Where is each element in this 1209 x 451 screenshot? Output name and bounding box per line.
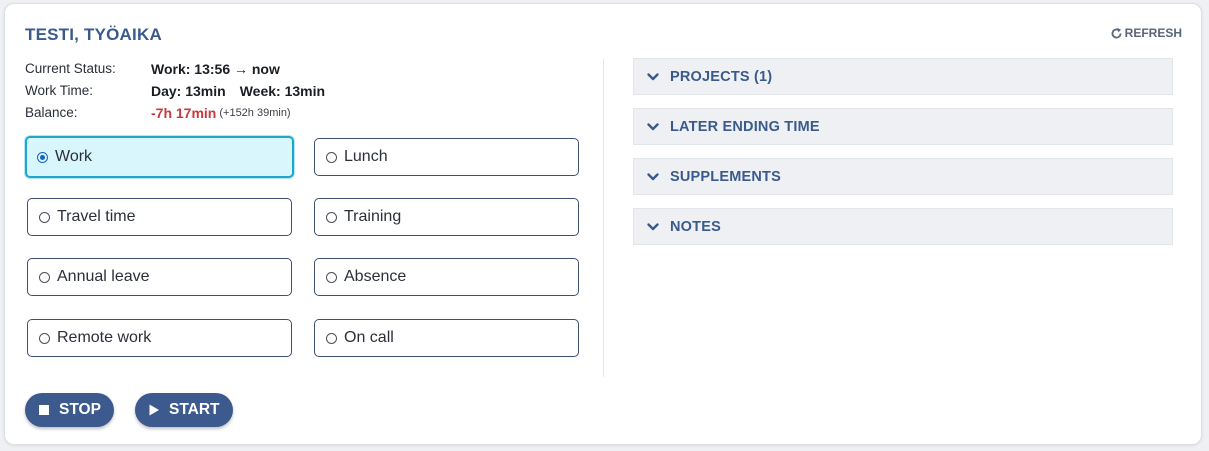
section-later-ending-time[interactable]: LATER ENDING TIME: [633, 108, 1173, 145]
stop-button[interactable]: STOP: [25, 393, 114, 427]
work-time-card: TESTI, TYÖAIKA REFRESH Current Status: W…: [4, 3, 1202, 445]
option-annual-leave[interactable]: Annual leave: [27, 258, 292, 296]
refresh-label: REFRESH: [1124, 26, 1182, 40]
section-label: NOTES: [670, 218, 721, 235]
section-label: SUPPLEMENTS: [670, 168, 781, 185]
radio-icon: [39, 332, 50, 344]
option-label: Work: [55, 148, 93, 165]
option-absence[interactable]: Absence: [314, 258, 579, 296]
option-remote-work[interactable]: Remote work: [27, 319, 292, 357]
radio-icon: [39, 271, 50, 283]
column-divider: [603, 59, 604, 377]
play-triangle-icon: [149, 404, 159, 416]
start-button[interactable]: START: [135, 393, 233, 427]
stop-square-icon: [39, 405, 49, 415]
current-status-label: Current Status:: [25, 61, 116, 76]
option-label: On call: [344, 329, 394, 346]
option-on-call[interactable]: On call: [314, 319, 579, 357]
option-travel-time[interactable]: Travel time: [27, 198, 292, 236]
day-value: Day: 13min: [151, 83, 226, 99]
current-status-value: Work: 13:56 → now: [151, 61, 280, 77]
chevron-down-icon: [647, 172, 659, 180]
start-label: START: [169, 401, 220, 418]
option-lunch[interactable]: Lunch: [314, 138, 579, 176]
balance-extra: (+152h 39min): [219, 107, 291, 119]
section-projects[interactable]: PROJECTS (1): [633, 58, 1173, 95]
balance-value: -7h 17min: [151, 105, 217, 121]
section-label: PROJECTS (1): [670, 68, 773, 85]
balance-row: Balance: -7h 17min (+152h 39min): [25, 102, 325, 124]
refresh-button[interactable]: REFRESH: [1110, 26, 1182, 40]
radio-icon: [326, 211, 337, 223]
radio-icon: [326, 271, 337, 283]
chevron-down-icon: [647, 122, 659, 130]
stop-label: STOP: [59, 401, 101, 418]
radio-icon: [326, 151, 337, 163]
option-training[interactable]: Training: [314, 198, 579, 236]
chevron-down-icon: [647, 72, 659, 80]
option-label: Remote work: [57, 329, 152, 346]
option-work[interactable]: Work: [25, 136, 294, 178]
week-value: Week: 13min: [239, 83, 326, 99]
option-label: Travel time: [57, 208, 136, 225]
work-time-label: Work Time:: [25, 83, 94, 98]
current-status-row: Current Status: Work: 13:56 → now: [25, 58, 325, 80]
page-title: TESTI, TYÖAIKA: [25, 25, 162, 44]
chevron-down-icon: [647, 222, 659, 230]
radio-selected-icon: [37, 151, 48, 163]
section-supplements[interactable]: SUPPLEMENTS: [633, 158, 1173, 195]
section-label: LATER ENDING TIME: [670, 118, 820, 135]
refresh-icon: [1111, 27, 1122, 38]
option-label: Training: [344, 208, 402, 225]
option-label: Annual leave: [57, 268, 150, 285]
section-notes[interactable]: NOTES: [633, 208, 1173, 245]
status-summary: Current Status: Work: 13:56 → now Work T…: [25, 58, 325, 124]
work-time-row: Work Time: Day: 13min Week: 13min: [25, 80, 325, 102]
balance-label: Balance:: [25, 105, 78, 120]
option-label: Lunch: [344, 148, 388, 165]
option-label: Absence: [344, 268, 407, 285]
radio-icon: [39, 211, 50, 223]
radio-icon: [326, 332, 337, 344]
